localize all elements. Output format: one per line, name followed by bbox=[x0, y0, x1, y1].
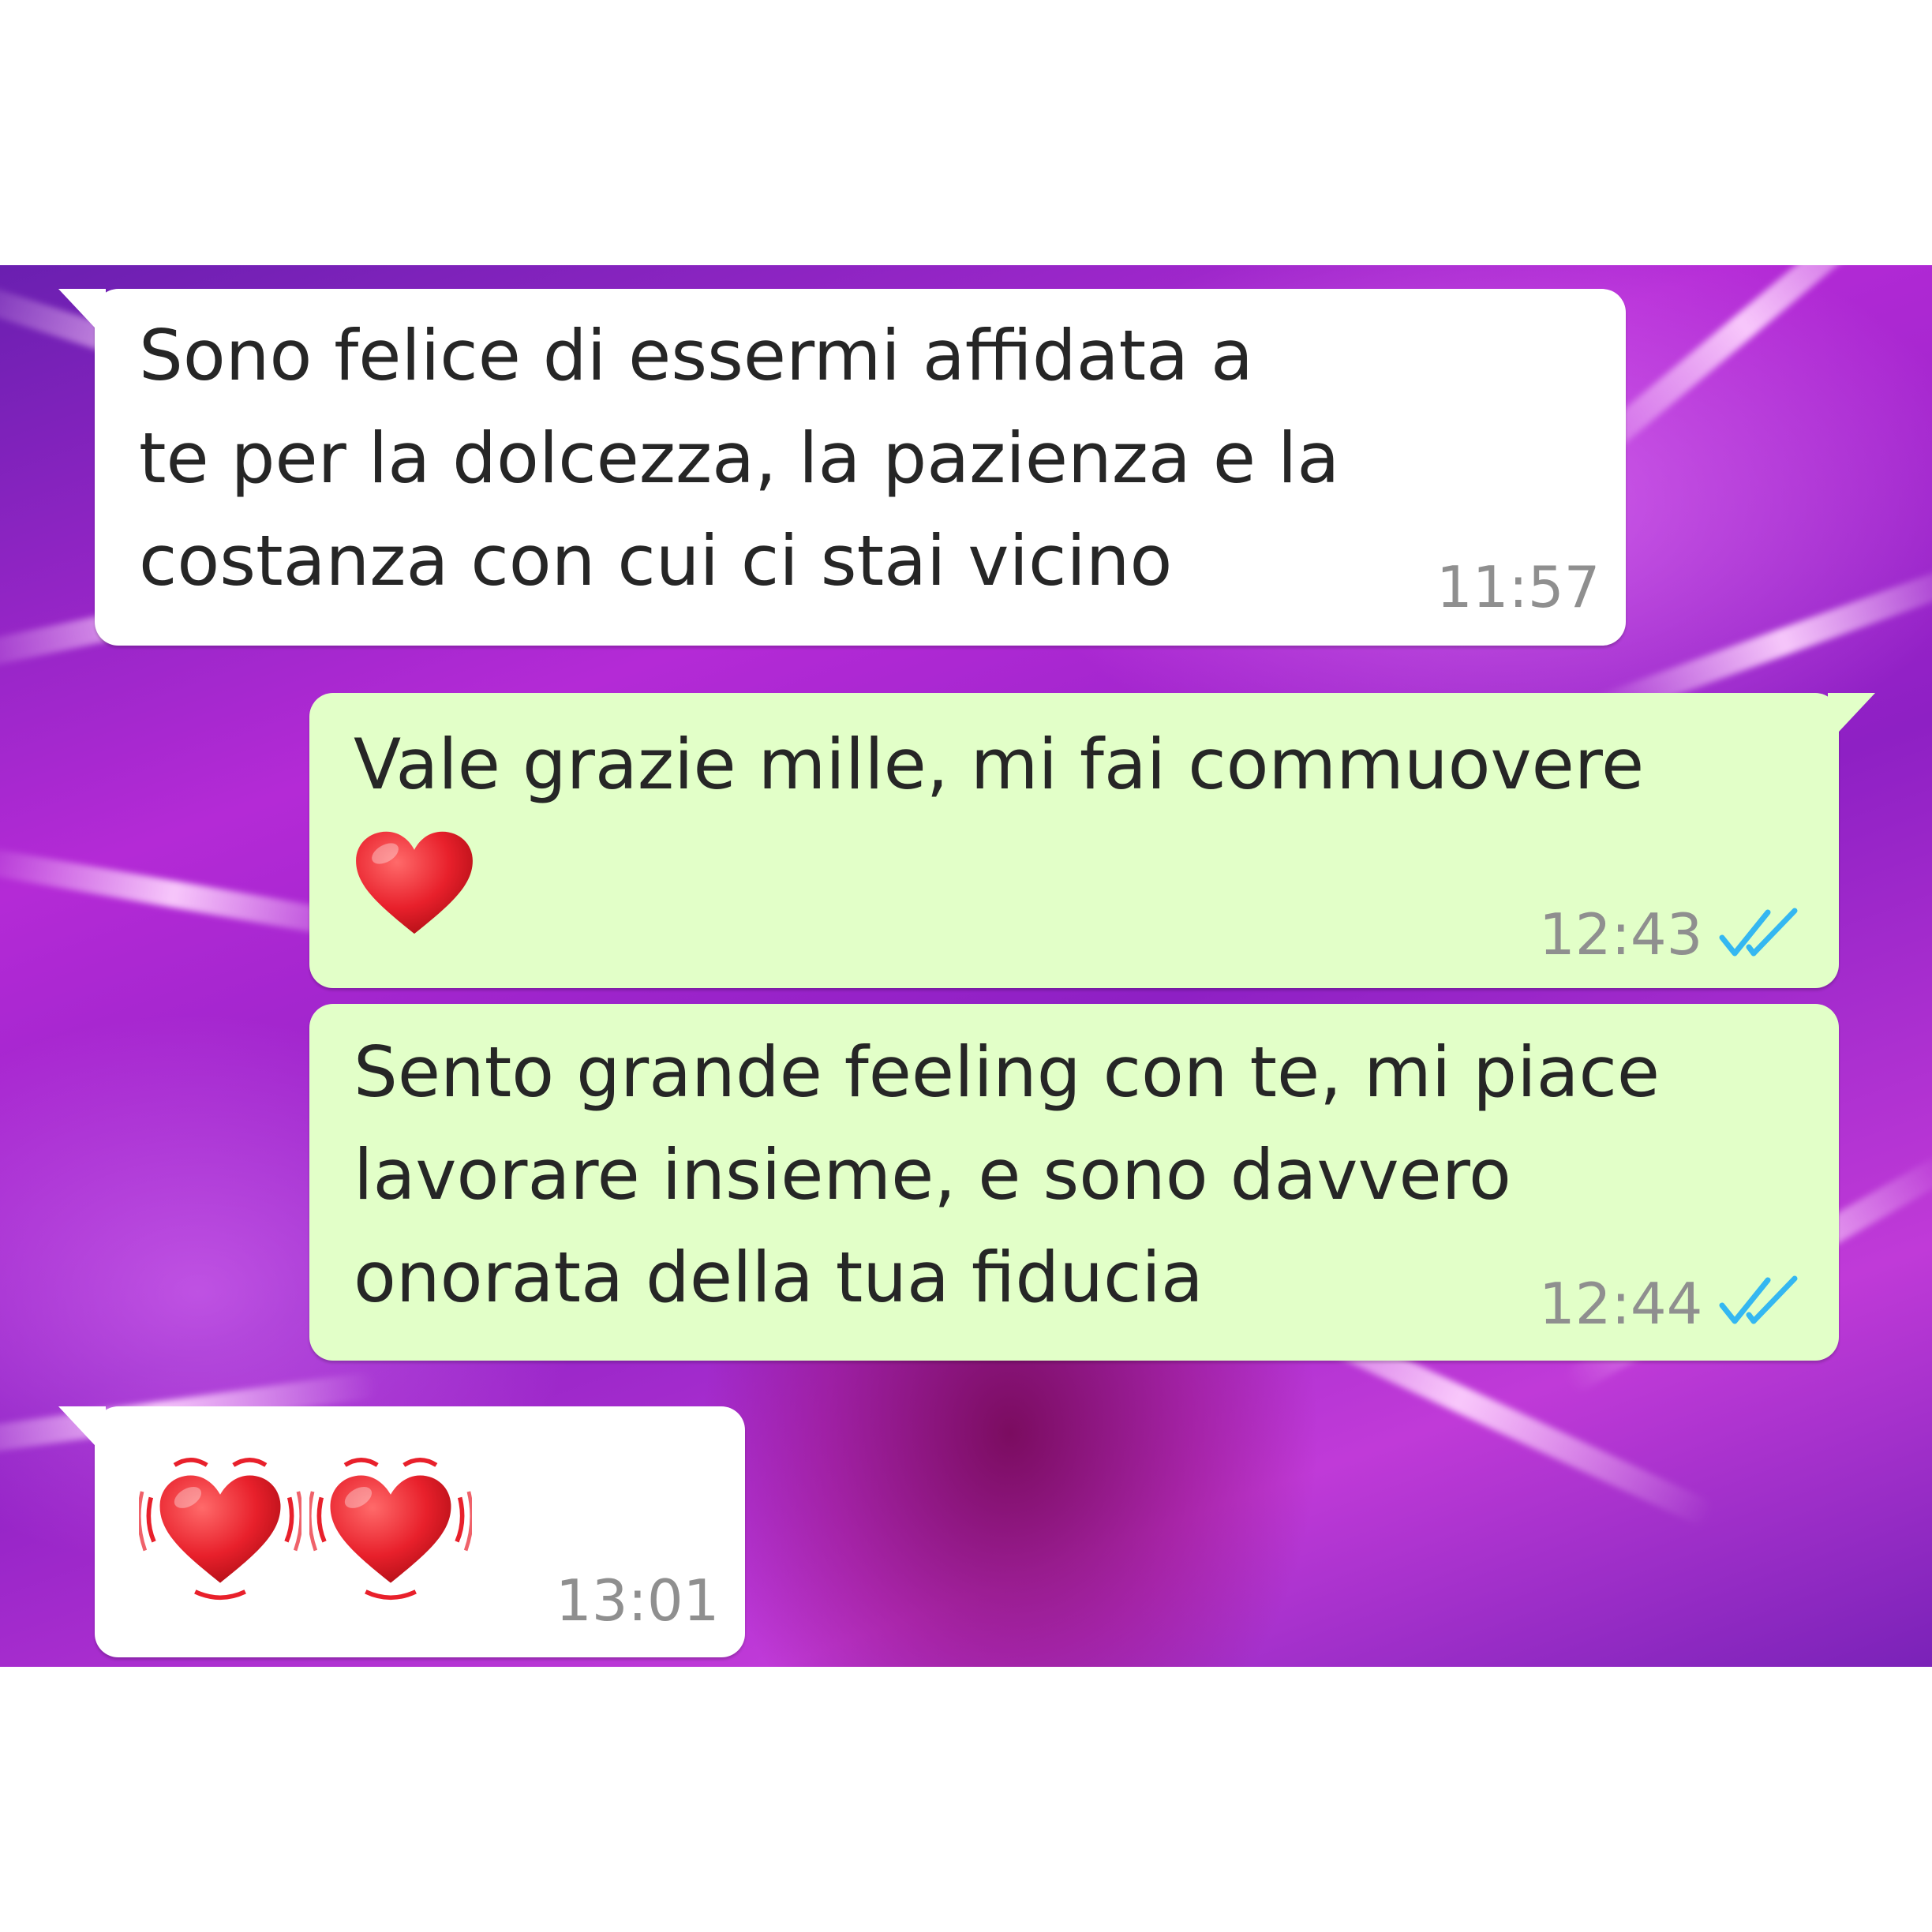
message-incoming[interactable]: Sono felice di essermi affidata a te per… bbox=[58, 289, 1626, 646]
message-text: Vale grazie mille, mi fai commuovere bbox=[354, 724, 1645, 805]
red-heart-icon bbox=[356, 831, 473, 934]
beating-heart-icon bbox=[309, 1458, 472, 1600]
message-text: Sono felice di essermi affidata a te per… bbox=[139, 315, 1340, 601]
bubble-tail bbox=[1828, 693, 1875, 743]
message-incoming[interactable]: 13:01 bbox=[58, 1406, 745, 1657]
beating-heart-icon bbox=[139, 1458, 301, 1600]
message-outgoing[interactable]: Sento grande feeling con te, mi piace la… bbox=[309, 1004, 1839, 1361]
read-receipt-icon bbox=[1719, 1275, 1798, 1324]
bubble-tail bbox=[58, 1406, 106, 1457]
read-receipt-icon bbox=[1719, 908, 1798, 957]
message-time: 11:57 bbox=[1436, 554, 1601, 620]
message-time: 13:01 bbox=[556, 1567, 720, 1634]
message-time: 12:44 bbox=[1539, 1271, 1703, 1337]
message-outgoing[interactable]: Vale grazie mille, mi fai commuovere 12:… bbox=[309, 693, 1875, 988]
bubble-tail bbox=[58, 289, 106, 339]
message-time: 12:43 bbox=[1539, 901, 1703, 968]
